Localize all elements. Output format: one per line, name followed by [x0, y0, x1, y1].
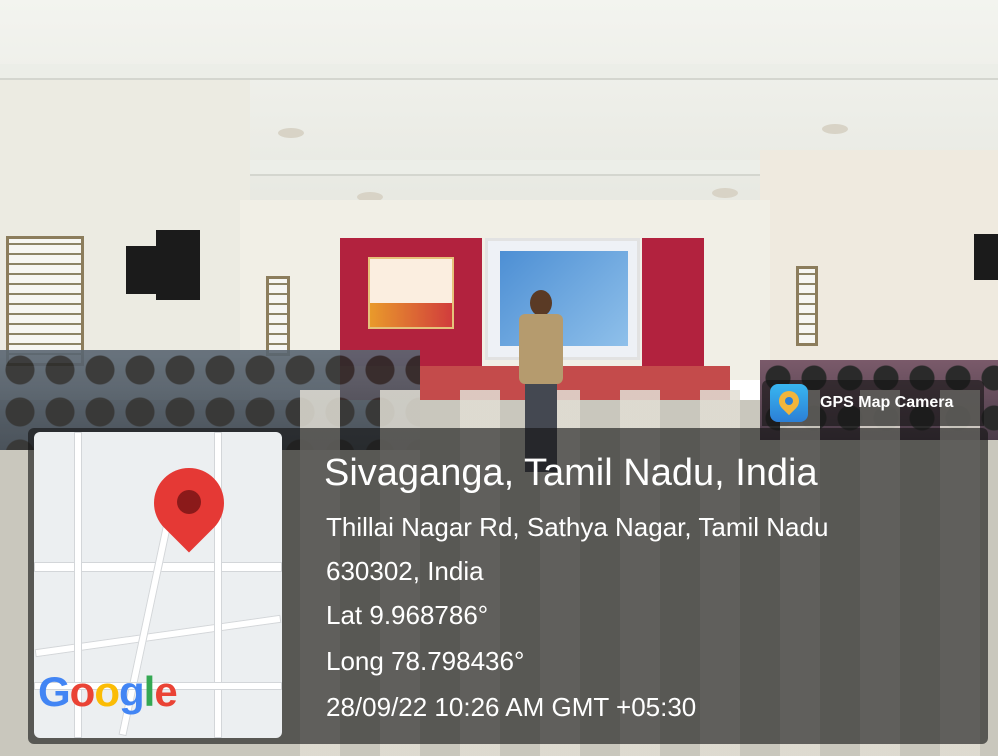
map-thumbnail: Google — [34, 432, 282, 738]
map-pin-dot — [177, 490, 201, 514]
window — [266, 276, 290, 356]
google-logo: Google — [38, 668, 178, 715]
location-title: Sivaganga, Tamil Nadu, India — [324, 452, 818, 494]
ceiling-fan — [712, 188, 738, 198]
speaker — [156, 230, 200, 300]
gps-map-camera-icon — [770, 384, 808, 422]
map-road — [214, 432, 222, 738]
latitude: Lat 9.968786° — [326, 600, 489, 630]
ceiling-fan — [822, 124, 848, 134]
address-line-1: Thillai Nagar Rd, Sathya Nagar, Tamil Na… — [326, 512, 829, 542]
datetime: 28/09/22 10:26 AM GMT +05:30 — [326, 692, 697, 722]
speaker — [974, 234, 998, 280]
address-line-2: 630302, India — [326, 556, 484, 586]
banner — [368, 257, 454, 329]
longitude: Long 78.798436° — [326, 646, 525, 676]
ceiling-fan — [278, 128, 304, 138]
stage-curtain — [642, 238, 704, 368]
window — [796, 266, 818, 346]
ceiling-beam — [0, 64, 998, 80]
app-badge: GPS Map Camera — [762, 380, 984, 426]
app-name: GPS Map Camera — [820, 394, 954, 411]
map-road — [34, 614, 282, 658]
window — [6, 236, 84, 366]
